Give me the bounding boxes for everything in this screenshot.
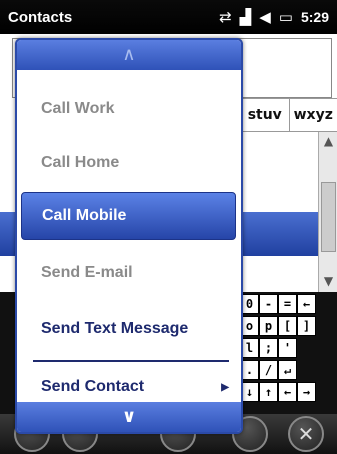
menu-item-call-work[interactable]: Call Work — [17, 82, 241, 136]
key[interactable]: ; — [259, 338, 278, 358]
battery-icon[interactable]: ▭ — [279, 8, 293, 26]
menu-item-call-mobile[interactable]: Call Mobile — [21, 192, 236, 240]
scrollbar[interactable]: ▲ ▼ — [318, 132, 337, 292]
key[interactable]: ' — [278, 338, 297, 358]
context-menu: ∧ Call Work Call Home Call Mobile Send E… — [15, 38, 243, 434]
menu-scroll-down-icon[interactable]: ∨ — [17, 402, 241, 432]
menu-item-send-text-message[interactable]: Send Text Message — [17, 302, 241, 356]
clock[interactable]: 5:29 — [301, 9, 329, 25]
key[interactable]: = — [278, 294, 297, 314]
menu-item-label: Call Mobile — [42, 207, 127, 224]
scroll-thumb[interactable] — [321, 182, 336, 252]
close-icon[interactable]: ✕ — [288, 416, 324, 452]
volume-icon[interactable]: ◀ — [259, 8, 271, 26]
submenu-arrow-icon: ▶ — [221, 381, 229, 393]
keyboard-row: . / ↵ — [240, 360, 297, 380]
key[interactable]: / — [259, 360, 278, 380]
key[interactable]: p — [259, 316, 278, 336]
key[interactable]: ] — [297, 316, 316, 336]
keyboard-row: o p [ ] — [240, 316, 316, 336]
menu-item-call-home[interactable]: Call Home — [17, 136, 241, 190]
key[interactable]: → — [297, 382, 316, 402]
menu-item-label: Send E-mail — [41, 264, 133, 281]
keypad-row: stuv wxyz — [240, 98, 337, 132]
key[interactable]: ↵ — [278, 360, 297, 380]
connectivity-icon[interactable]: ⇄ — [219, 8, 232, 26]
key[interactable]: ← — [278, 382, 297, 402]
menu-scroll-up-icon[interactable]: ∧ — [17, 40, 241, 70]
key[interactable]: ← — [297, 294, 316, 314]
keyboard-row: l ; ' — [240, 338, 297, 358]
menu-item-label: Call Home — [41, 154, 120, 171]
status-icons: ⇄ ▟ ◀ ▭ 5:29 — [219, 8, 329, 26]
menu-item-label: Send Text Message — [41, 320, 189, 337]
key[interactable]: ↑ — [259, 382, 278, 402]
key[interactable]: [ — [278, 316, 297, 336]
keypad-key-wxyz[interactable]: wxyz — [288, 99, 337, 131]
key[interactable]: - — [259, 294, 278, 314]
status-bar: Contacts ⇄ ▟ ◀ ▭ 5:29 — [0, 0, 337, 34]
menu-item-label: Send Contact — [41, 378, 145, 395]
keyboard-row: 0 - = ← — [240, 294, 316, 314]
app-title: Contacts — [8, 8, 73, 26]
scroll-up-icon[interactable]: ▲ — [321, 134, 336, 150]
signal-icon[interactable]: ▟ — [240, 8, 252, 26]
keyboard-row: ↓ ↑ ← → — [240, 382, 316, 402]
menu-item-label: Call Work — [41, 100, 115, 117]
scroll-down-icon[interactable]: ▼ — [321, 274, 336, 290]
keypad-key-stuv[interactable]: stuv — [240, 99, 289, 131]
menu-item-send-email[interactable]: Send E-mail — [17, 246, 241, 300]
